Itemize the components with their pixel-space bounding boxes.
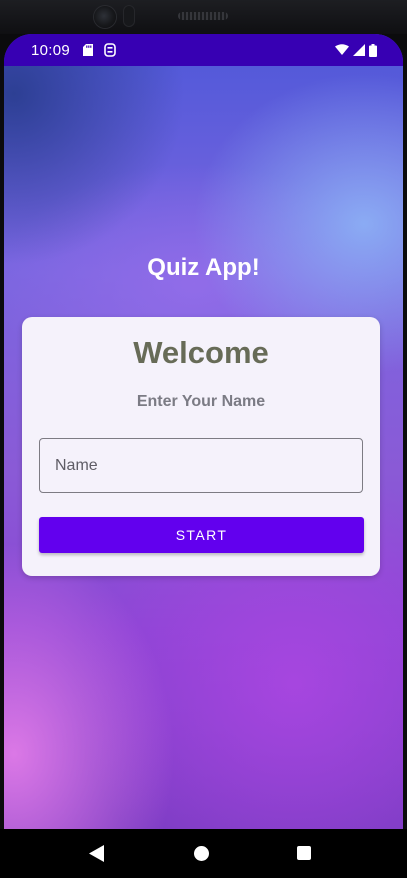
battery-icon bbox=[369, 43, 377, 57]
sd-card-icon bbox=[83, 44, 94, 56]
app-title: Quiz App! bbox=[147, 254, 260, 281]
phone-device: 10:09 Quiz App! Welcome Enter Your Name … bbox=[0, 0, 407, 878]
front-camera bbox=[94, 6, 116, 28]
app-screen: 10:09 Quiz App! Welcome Enter Your Name … bbox=[4, 34, 403, 829]
welcome-heading: Welcome bbox=[133, 335, 269, 370]
navigation-bar bbox=[0, 829, 407, 878]
storage-icon bbox=[104, 43, 116, 57]
status-time: 10:09 bbox=[31, 41, 71, 59]
wifi-icon bbox=[335, 44, 349, 56]
earpiece-speaker bbox=[178, 12, 228, 20]
welcome-card: Welcome Enter Your Name START bbox=[22, 317, 380, 576]
cellular-signal-icon bbox=[353, 44, 365, 56]
top-bezel bbox=[0, 0, 407, 34]
recents-icon[interactable] bbox=[297, 846, 311, 860]
proximity-sensor bbox=[124, 6, 134, 26]
name-input[interactable] bbox=[39, 438, 363, 493]
start-button[interactable]: START bbox=[39, 517, 364, 553]
name-prompt: Enter Your Name bbox=[136, 393, 266, 410]
status-bar: 10:09 bbox=[4, 34, 403, 66]
back-icon[interactable] bbox=[89, 845, 104, 866]
home-icon[interactable] bbox=[194, 846, 209, 861]
